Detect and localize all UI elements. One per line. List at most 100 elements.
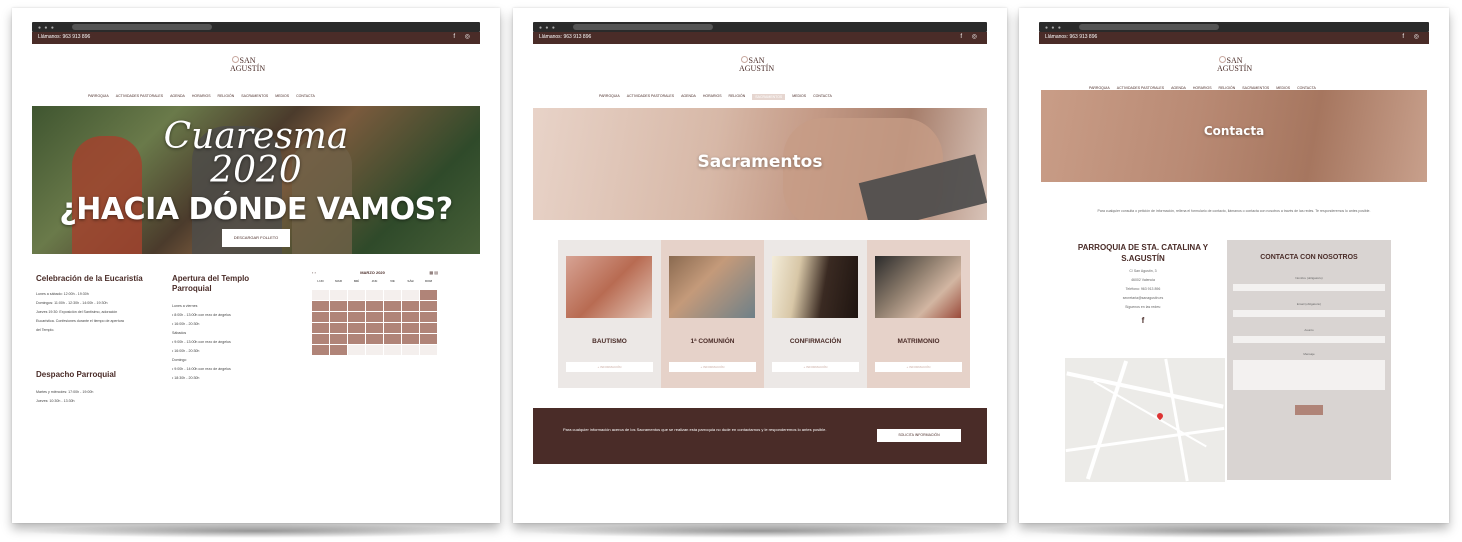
field-label-email: Email (obligatorio)	[1296, 302, 1322, 306]
address-bar[interactable]	[573, 24, 713, 30]
sacrament-more-button[interactable]: + INFORMACIÓN	[875, 362, 962, 372]
request-info-button[interactable]: SOLICITA INFORMACIÓN	[877, 429, 961, 442]
window-controls[interactable]: ● ● ●	[38, 25, 55, 31]
calendar-day-cell[interactable]	[348, 312, 365, 322]
calendar-day-cell[interactable]	[402, 334, 419, 344]
address-bar[interactable]	[1079, 24, 1219, 30]
calendar-day-cell[interactable]	[312, 323, 329, 333]
calendar-day-cell[interactable]	[312, 301, 329, 311]
calendar-day-cell[interactable]	[384, 323, 401, 333]
calendar-day-cell[interactable]	[384, 345, 401, 355]
calendar-day-cell[interactable]	[312, 312, 329, 322]
nav-item-religion[interactable]: RELIGIÓN	[729, 94, 746, 100]
calendar-day-cell[interactable]	[420, 334, 437, 344]
logo[interactable]: SAN AGUSTÍN	[1209, 56, 1252, 73]
nav-item-agenda[interactable]: AGENDA	[170, 94, 185, 98]
calendar-day-cell[interactable]	[330, 345, 347, 355]
calendar-day-cell[interactable]	[366, 345, 383, 355]
email-input[interactable]	[1233, 310, 1385, 317]
calendar-day-cell[interactable]	[366, 290, 383, 300]
sacrament-card-comunion[interactable]: 1ª COMUNIÓN + INFORMACIÓN	[661, 240, 764, 388]
nav-item-sacramentos[interactable]: SACRAMENTOS	[752, 94, 786, 100]
subject-input[interactable]	[1233, 336, 1385, 343]
calendar-day-cell[interactable]	[420, 345, 437, 355]
calendar-day-cell[interactable]	[330, 301, 347, 311]
social-icons[interactable]: f ◎	[960, 33, 981, 40]
apertura-line: • 9:00h - 13:00h con rezo de ángelus	[172, 340, 231, 344]
main-nav: PARROQUIA ACTIVIDADES PASTORALES AGENDA …	[599, 94, 832, 100]
nav-item-contacta[interactable]: CONTACTA	[296, 94, 315, 98]
calendar-day-cell[interactable]	[402, 323, 419, 333]
calendar-day-cell[interactable]	[420, 323, 437, 333]
facebook-icon[interactable]: f	[1063, 316, 1223, 325]
apertura-line: • 9:00h - 14:00h con rezo de ángelus	[172, 367, 231, 371]
nav-item-agenda[interactable]: AGENDA	[681, 94, 696, 100]
window-controls[interactable]: ● ● ●	[1045, 25, 1062, 31]
send-button[interactable]	[1295, 405, 1323, 415]
calendar-day-cell[interactable]	[384, 290, 401, 300]
nav-item-parroquia[interactable]: PARROQUIA	[88, 94, 109, 98]
nav-item-sacramentos[interactable]: SACRAMENTOS	[241, 94, 268, 98]
calendar-day-cell[interactable]	[366, 323, 383, 333]
calendar-header: ‹ › MARZO 2020 ▦ ▤	[312, 270, 438, 275]
message-textarea[interactable]	[1233, 360, 1385, 390]
parish-line: 46002 Valencia	[1131, 278, 1155, 282]
download-brochure-button[interactable]: DESCARGAR FOLLETO	[222, 229, 290, 247]
calendar-day-cell[interactable]	[348, 323, 365, 333]
calendar-day-cell[interactable]	[384, 334, 401, 344]
nav-item-medios[interactable]: MEDIOS	[275, 94, 289, 98]
calendar-day-cell[interactable]	[348, 290, 365, 300]
social-icons[interactable]: f ◎	[1402, 33, 1423, 40]
calendar-day-cell[interactable]	[366, 301, 383, 311]
calendar-view-button[interactable]: ▦ ▤	[429, 270, 438, 275]
social-icons[interactable]: f ◎	[453, 33, 474, 40]
calendar-day-cell[interactable]	[330, 290, 347, 300]
calendar-day-cell[interactable]	[348, 334, 365, 344]
logo-text-bottom: AGUSTÍN	[739, 64, 775, 73]
apertura-line: Lunes a viernes	[172, 304, 198, 308]
calendar-day-cell[interactable]	[420, 312, 437, 322]
nav-item-actividades[interactable]: ACTIVIDADES PASTORALES	[116, 94, 163, 98]
sacrament-more-button[interactable]: + INFORMACIÓN	[566, 362, 653, 372]
apertura-line: • 16:00h - 20:30h	[172, 322, 200, 326]
calendar-day-cell[interactable]	[420, 290, 437, 300]
sacrament-card-confirmacion[interactable]: CONFIRMACIÓN + INFORMACIÓN	[764, 240, 867, 388]
logo[interactable]: SAN AGUSTÍN	[731, 56, 774, 73]
calendar-day-cell[interactable]	[366, 334, 383, 344]
window-controls[interactable]: ● ● ●	[539, 25, 556, 31]
sacrament-card-bautismo[interactable]: BAUTISMO + INFORMACIÓN	[558, 240, 661, 388]
nav-item-parroquia[interactable]: PARROQUIA	[599, 94, 620, 100]
nav-item-religion[interactable]: RELIGIÓN	[218, 94, 235, 98]
nav-item-contacta[interactable]: CONTACTA	[813, 94, 832, 100]
calendar-day-cell[interactable]	[312, 290, 329, 300]
calendar-day-cell[interactable]	[348, 345, 365, 355]
calendar-day-cell[interactable]	[402, 301, 419, 311]
address-bar[interactable]	[72, 24, 212, 30]
sacrament-more-button[interactable]: + INFORMACIÓN	[772, 362, 859, 372]
calendar-day-cell[interactable]	[330, 312, 347, 322]
location-map[interactable]	[1065, 358, 1225, 482]
calendar-prev-button[interactable]: ‹ ›	[312, 270, 316, 275]
calendar-day-cell[interactable]	[402, 290, 419, 300]
nav-item-horarios[interactable]: HORARIOS	[192, 94, 211, 98]
calendar-day-cell[interactable]	[402, 312, 419, 322]
name-input[interactable]	[1233, 284, 1385, 291]
sacrament-more-button[interactable]: + INFORMACIÓN	[669, 362, 756, 372]
calendar-day-cell[interactable]	[366, 312, 383, 322]
calendar-day-cell[interactable]	[348, 301, 365, 311]
nav-item-medios[interactable]: MEDIOS	[792, 94, 806, 100]
calendar-day-cell[interactable]	[330, 334, 347, 344]
nav-item-actividades[interactable]: ACTIVIDADES PASTORALES	[627, 94, 674, 100]
hero-script-title: Cuaresma 2020	[32, 119, 480, 189]
browser-bar: ● ● ●	[533, 22, 987, 32]
calendar-day-cell[interactable]	[420, 301, 437, 311]
calendar-day-cell[interactable]	[384, 301, 401, 311]
calendar-day-cell[interactable]	[384, 312, 401, 322]
sacrament-card-matrimonio[interactable]: MATRIMONIO + INFORMACIÓN	[867, 240, 970, 388]
calendar-day-cell[interactable]	[330, 323, 347, 333]
calendar-day-cell[interactable]	[312, 334, 329, 344]
calendar-day-cell[interactable]	[402, 345, 419, 355]
logo[interactable]: SAN AGUSTÍN	[222, 56, 265, 73]
calendar-day-cell[interactable]	[312, 345, 329, 355]
nav-item-horarios[interactable]: HORARIOS	[703, 94, 722, 100]
